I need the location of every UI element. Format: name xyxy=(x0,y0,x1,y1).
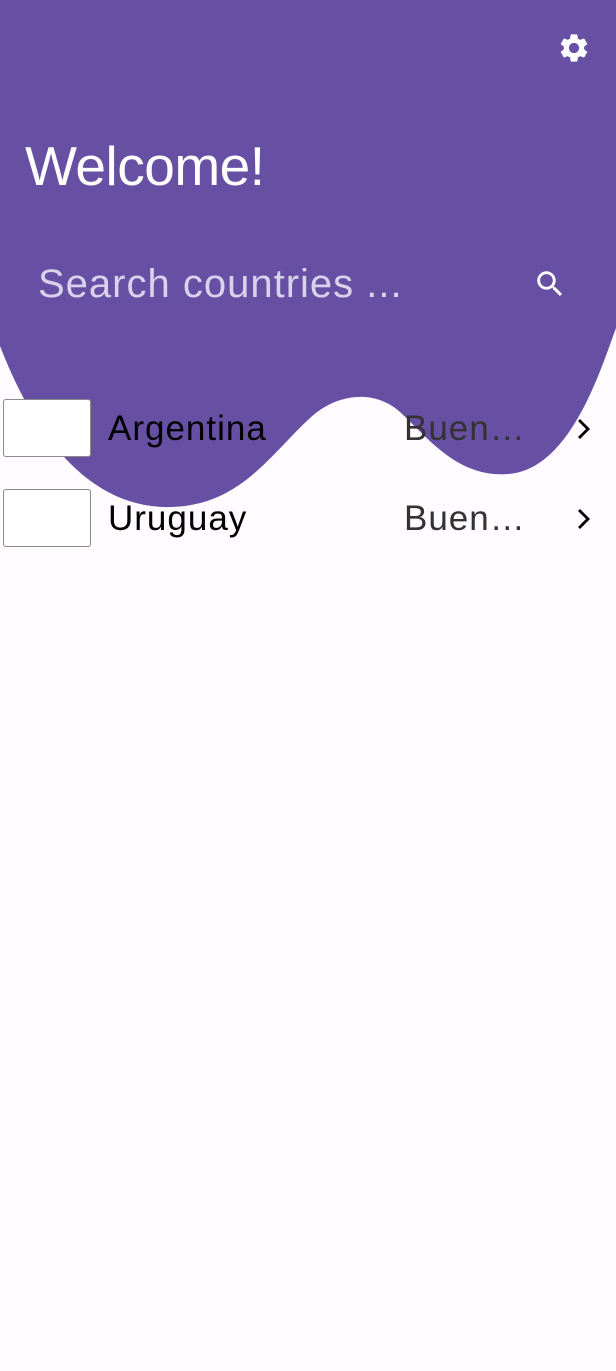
country-capital: Buenos Aires xyxy=(404,499,540,538)
country-name: Uruguay xyxy=(108,499,248,538)
settings-button[interactable] xyxy=(555,29,593,67)
country-flag xyxy=(3,489,91,547)
search-icon xyxy=(537,271,563,297)
chevron-right-icon xyxy=(578,419,590,439)
country-row[interactable]: Uruguay Buenos Aires xyxy=(0,474,616,564)
search-input[interactable] xyxy=(38,256,498,312)
country-flag xyxy=(3,399,91,457)
country-name: Argentina xyxy=(108,409,267,448)
country-capital: Buenos Aires xyxy=(404,409,540,448)
chevron-right-icon xyxy=(578,509,590,529)
country-row[interactable]: Argentina Buenos Aires xyxy=(0,384,616,474)
page-title: Welcome! xyxy=(25,135,265,197)
country-list: Argentina Buenos Aires Uruguay Buenos Ai… xyxy=(0,384,616,564)
search-button[interactable] xyxy=(530,264,570,304)
gear-icon xyxy=(560,34,588,62)
